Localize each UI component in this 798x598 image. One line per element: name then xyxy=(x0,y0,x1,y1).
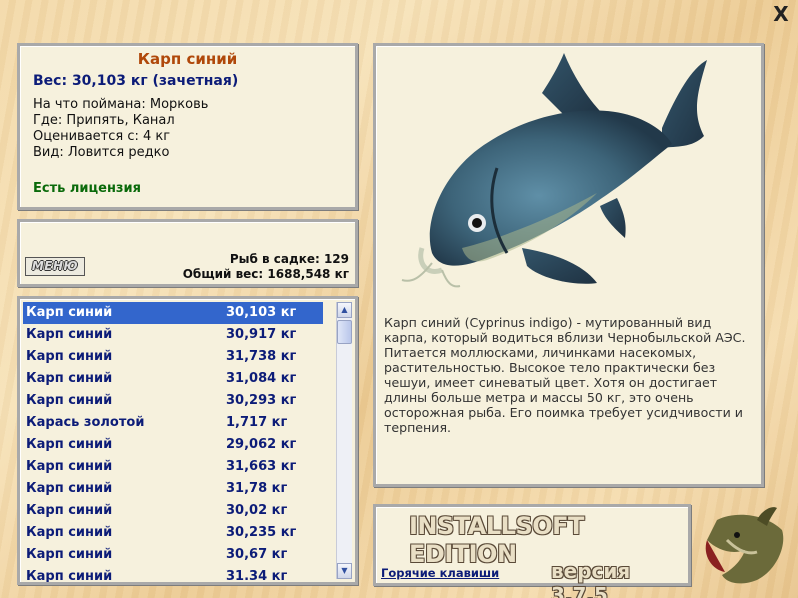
fish-details: На что поймана: Морковь Где: Припять, Ка… xyxy=(33,97,342,161)
scroll-down-button[interactable]: ▼ xyxy=(337,563,352,579)
catch-fish-weight: 31,663 кг xyxy=(226,459,297,474)
catch-fish-weight: 31,78 кг xyxy=(226,481,288,496)
catch-list-row[interactable]: Карп синий 29,062 кг xyxy=(23,434,323,456)
catch-list-row[interactable]: Карп синий 31,78 кг xyxy=(23,478,323,500)
catch-list-row[interactable]: Карп синий 30,293 кг xyxy=(23,390,323,412)
catch-fish-name: Карп синий xyxy=(26,525,113,540)
location-line: Где: Припять, Канал xyxy=(33,113,175,128)
close-button[interactable]: X xyxy=(771,4,791,25)
scroll-up-button[interactable]: ▲ xyxy=(337,302,352,318)
catch-fish-weight: 30,235 кг xyxy=(226,525,297,540)
catch-list-row[interactable]: Карп синий 30,103 кг xyxy=(23,302,323,324)
total-weight: Общий вес: 1688,548 кг xyxy=(182,267,349,281)
bait-line: На что поймана: Морковь xyxy=(33,97,209,112)
catch-fish-name: Карп синий xyxy=(26,371,113,386)
catch-fish-weight: 31,738 кг xyxy=(226,349,297,364)
catch-list-row[interactable]: Карп синий 31,084 кг xyxy=(23,368,323,390)
catch-fish-name: Карп синий xyxy=(26,503,113,518)
keepnet-stats-panel: МЕНЮ Рыб в садке: 129 Общий вес: 1688,54… xyxy=(17,219,358,287)
catch-fish-weight: 30,103 кг xyxy=(226,305,297,320)
blue-carp-image xyxy=(401,53,707,288)
catch-fish-name: Карп синий xyxy=(26,547,113,562)
fish-description: Карп синий (Cyprinus indigo) - мутирован… xyxy=(384,315,746,435)
catch-fish-weight: 30,917 кг xyxy=(226,327,297,342)
fish-info-panel: Карп синий Вес: 30,103 кг (зачетная) На … xyxy=(17,43,358,210)
species-rarity-line: Вид: Ловится редко xyxy=(33,145,170,160)
catch-fish-weight: 29,062 кг xyxy=(226,437,297,452)
catch-list-row[interactable]: Карп синий 30,67 кг xyxy=(23,544,323,566)
catch-fish-name: Карп синий xyxy=(26,327,113,342)
catch-fish-name: Карп синий xyxy=(26,481,113,496)
catch-fish-weight: 31,084 кг xyxy=(226,371,297,386)
catch-list-row[interactable]: Карп синий 31.34 кг xyxy=(23,566,323,584)
fish-weight: Вес: 30,103 кг (зачетная) xyxy=(33,73,239,89)
catch-list-row[interactable]: Карп синий 30,917 кг xyxy=(23,324,323,346)
catch-fish-name: Карп синий xyxy=(26,569,113,584)
catch-fish-weight: 30,67 кг xyxy=(226,547,288,562)
catch-fish-name: Карп синий xyxy=(26,459,113,474)
catch-fish-name: Карп синий xyxy=(26,349,113,364)
catch-fish-weight: 30,293 кг xyxy=(226,393,297,408)
catch-fish-name: Карп синий xyxy=(26,393,113,408)
catch-fish-name: Карп синий xyxy=(26,305,113,320)
catch-fish-name: Карась золотой xyxy=(26,415,145,430)
catch-list-panel: Карп синий 30,103 кг Карп синий 30,917 кг Ка… xyxy=(17,296,358,585)
pike-logo-icon xyxy=(705,507,784,584)
list-scrollbar[interactable]: ▲ ▼ xyxy=(336,302,352,579)
fish-count: Рыб в садке: 129 xyxy=(229,252,349,266)
footer-panel: INSTALLSOFT EDITION Горячие клавиши верс… xyxy=(373,504,691,598)
catch-fish-name: Карп синий xyxy=(26,437,113,452)
catch-list-row[interactable]: Карп синий 30,02 кг xyxy=(23,500,323,522)
catch-fish-weight: 30,02 кг xyxy=(226,503,288,518)
fish-name: Карп синий xyxy=(137,50,238,68)
license-status: Есть лицензия xyxy=(33,181,141,196)
fish-description-panel: Карп синий (Cyprinus indigo) - мутирован… xyxy=(373,43,764,487)
version-label: версия 3.7.5 xyxy=(551,559,631,598)
catch-list-row[interactable]: Карп синий 31,738 кг xyxy=(23,346,323,368)
menu-button[interactable]: МЕНЮ xyxy=(25,257,85,276)
catch-fish-weight: 31.34 кг xyxy=(226,569,288,584)
catch-list-row[interactable]: Карась золотой 1,717 кг xyxy=(23,412,323,434)
catch-list: Карп синий 30,103 кг Карп синий 30,917 кг Ка… xyxy=(23,302,323,584)
scroll-thumb[interactable] xyxy=(337,320,352,344)
hotkeys-link[interactable]: Горячие клавиши xyxy=(381,566,499,580)
catch-fish-weight: 1,717 кг xyxy=(226,415,288,430)
rating-line: Оценивается с: 4 кг xyxy=(33,129,171,144)
catch-list-row[interactable]: Карп синий 30,235 кг xyxy=(23,522,323,544)
catch-list-row[interactable]: Карп синий 31,663 кг xyxy=(23,456,323,478)
